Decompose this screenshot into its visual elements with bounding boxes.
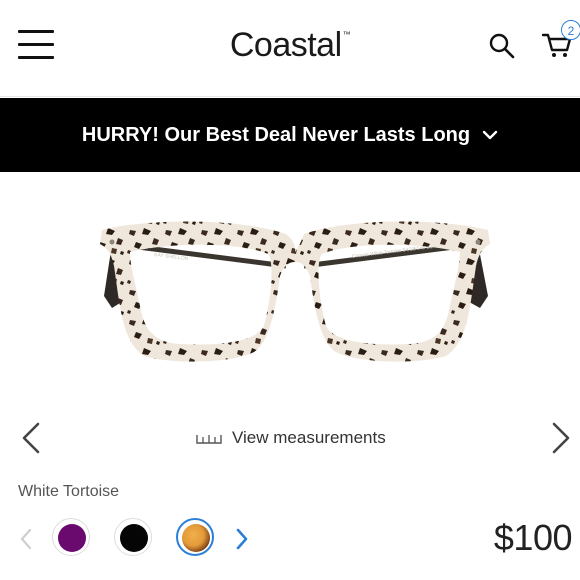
ruler-icon	[196, 435, 222, 444]
site-header: Coastal™ 2	[0, 0, 580, 97]
product-price: $100	[493, 517, 573, 558]
selected-color-name: White Tortoise	[18, 483, 120, 500]
search-icon[interactable]	[488, 32, 516, 60]
chevron-down-icon	[482, 130, 498, 140]
cart-count-badge: 2	[561, 20, 580, 40]
view-measurements-link[interactable]: View measurements	[196, 426, 386, 450]
logo-text: Coastal	[229, 26, 342, 64]
color-swatch-tortoise-selected[interactable]	[176, 518, 214, 556]
previous-image-arrow[interactable]	[16, 420, 46, 456]
swatch-next-arrow[interactable]	[232, 526, 252, 552]
swatch-color	[120, 524, 148, 552]
color-swatch-purple[interactable]	[52, 518, 90, 556]
next-image-arrow[interactable]	[546, 420, 576, 456]
swatch-color	[182, 524, 210, 552]
measurements-label: View measurements	[232, 428, 386, 447]
product-image: KAY SHELLON Coastal White Tortoise 54/19…	[100, 221, 490, 362]
color-swatch-black[interactable]	[114, 518, 152, 556]
swatch-color	[58, 524, 86, 552]
promo-text: HURRY! Our Best Deal Never Lasts Long	[81, 123, 471, 146]
promo-banner[interactable]: HURRY! Our Best Deal Never Lasts Long	[0, 98, 580, 172]
logo-trademark: ™	[342, 30, 351, 39]
swatch-prev-arrow[interactable]	[16, 526, 36, 552]
